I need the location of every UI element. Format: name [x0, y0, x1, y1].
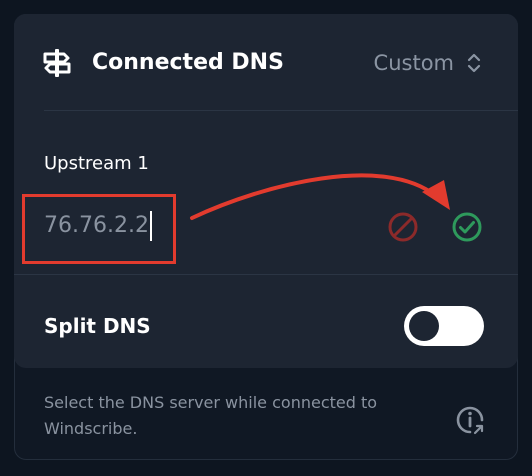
info-icon[interactable] [452, 402, 488, 438]
toggle-knob [409, 311, 439, 341]
upstream-ip-input[interactable]: 76.76.2.2 [44, 211, 152, 241]
dns-mode-dropdown[interactable]: Custom [374, 48, 482, 78]
signpost-icon [43, 49, 71, 77]
connected-dns-card: Connected DNS Custom Upstream 1 76.76.2.… [14, 14, 518, 368]
split-dns-toggle[interactable] [404, 306, 484, 346]
connected-dns-title: Connected DNS [92, 50, 284, 75]
divider [14, 274, 518, 275]
divider [44, 110, 518, 111]
chevron-up-down-icon [467, 53, 481, 73]
check-circle-icon[interactable] [450, 210, 484, 244]
upstream-label: Upstream 1 [44, 153, 149, 174]
connected-dns-row: Connected DNS Custom [14, 14, 518, 110]
dns-description: Select the DNS server while connected to… [44, 393, 378, 438]
split-dns-label: Split DNS [44, 314, 151, 338]
cancel-icon[interactable] [386, 210, 420, 244]
dns-mode-value: Custom [373, 51, 454, 75]
